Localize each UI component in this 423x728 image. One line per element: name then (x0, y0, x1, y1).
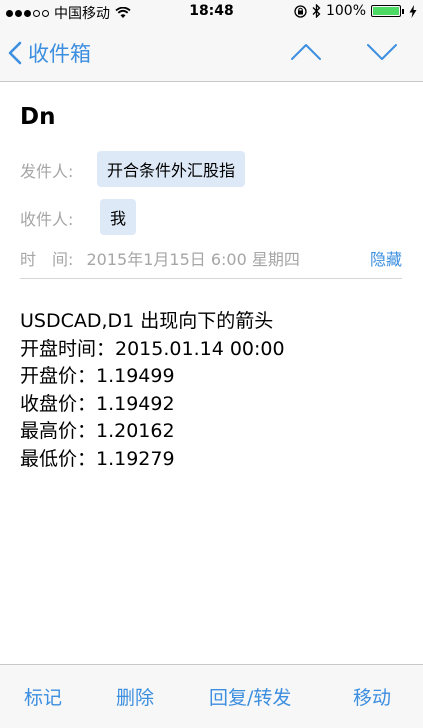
navigation-bar: 收件箱 (0, 24, 423, 82)
battery-tip (402, 8, 404, 14)
to-label: 收件人: (20, 210, 74, 229)
move-button[interactable]: 移动 (353, 683, 391, 710)
sent-time: 2015年1月15日 6:00 星期四 (86, 250, 300, 269)
email-subject: Dn (20, 104, 56, 130)
email-body: USDCAD,D1 出现向下的箭头 开盘时间：2015.01.14 00:00 … (20, 308, 285, 473)
back-button-label: 收件箱 (28, 42, 91, 66)
status-right: 100% (294, 3, 417, 19)
recipient-chip[interactable]: 我 (100, 199, 137, 235)
back-to-inbox-button[interactable]: 收件箱 (8, 38, 91, 68)
hide-details-link[interactable]: 隐藏 (370, 246, 402, 270)
body-line: USDCAD,D1 出现向下的箭头 (20, 310, 274, 332)
from-label: 发件人: (20, 162, 74, 181)
battery-percent: 100% (325, 3, 366, 19)
body-line: 开盘时间：2015.01.14 00:00 (20, 337, 285, 360)
orientation-lock-icon (294, 4, 307, 18)
next-message-button[interactable] (366, 42, 398, 62)
body-line: 最低价：1.19279 (20, 447, 175, 470)
body-line: 最高价：1.20162 (20, 420, 175, 442)
battery-icon (371, 5, 401, 17)
sender-chip[interactable]: 开合条件外汇股指 (97, 151, 246, 187)
mark-button[interactable]: 标记 (24, 683, 62, 710)
body-line: 收盘价：1.19492 (20, 392, 175, 415)
status-bar: 中国移动 18:48 100% (0, 0, 423, 24)
bluetooth-icon (312, 4, 321, 18)
body-line: 开盘价：1.19499 (20, 365, 175, 387)
bottom-toolbar: 标记 删除 回复/转发 移动 (0, 664, 423, 728)
header-divider (20, 278, 402, 279)
chevron-left-icon (8, 41, 22, 65)
time-label: 时 间: (20, 250, 74, 269)
reply-forward-button[interactable]: 回复/转发 (209, 683, 291, 710)
previous-message-button[interactable] (290, 42, 322, 62)
delete-button[interactable]: 删除 (116, 683, 154, 710)
date-row: 时 间: 2015年1月15日 6:00 星期四 (20, 246, 300, 270)
charging-bolt-icon (409, 4, 417, 18)
